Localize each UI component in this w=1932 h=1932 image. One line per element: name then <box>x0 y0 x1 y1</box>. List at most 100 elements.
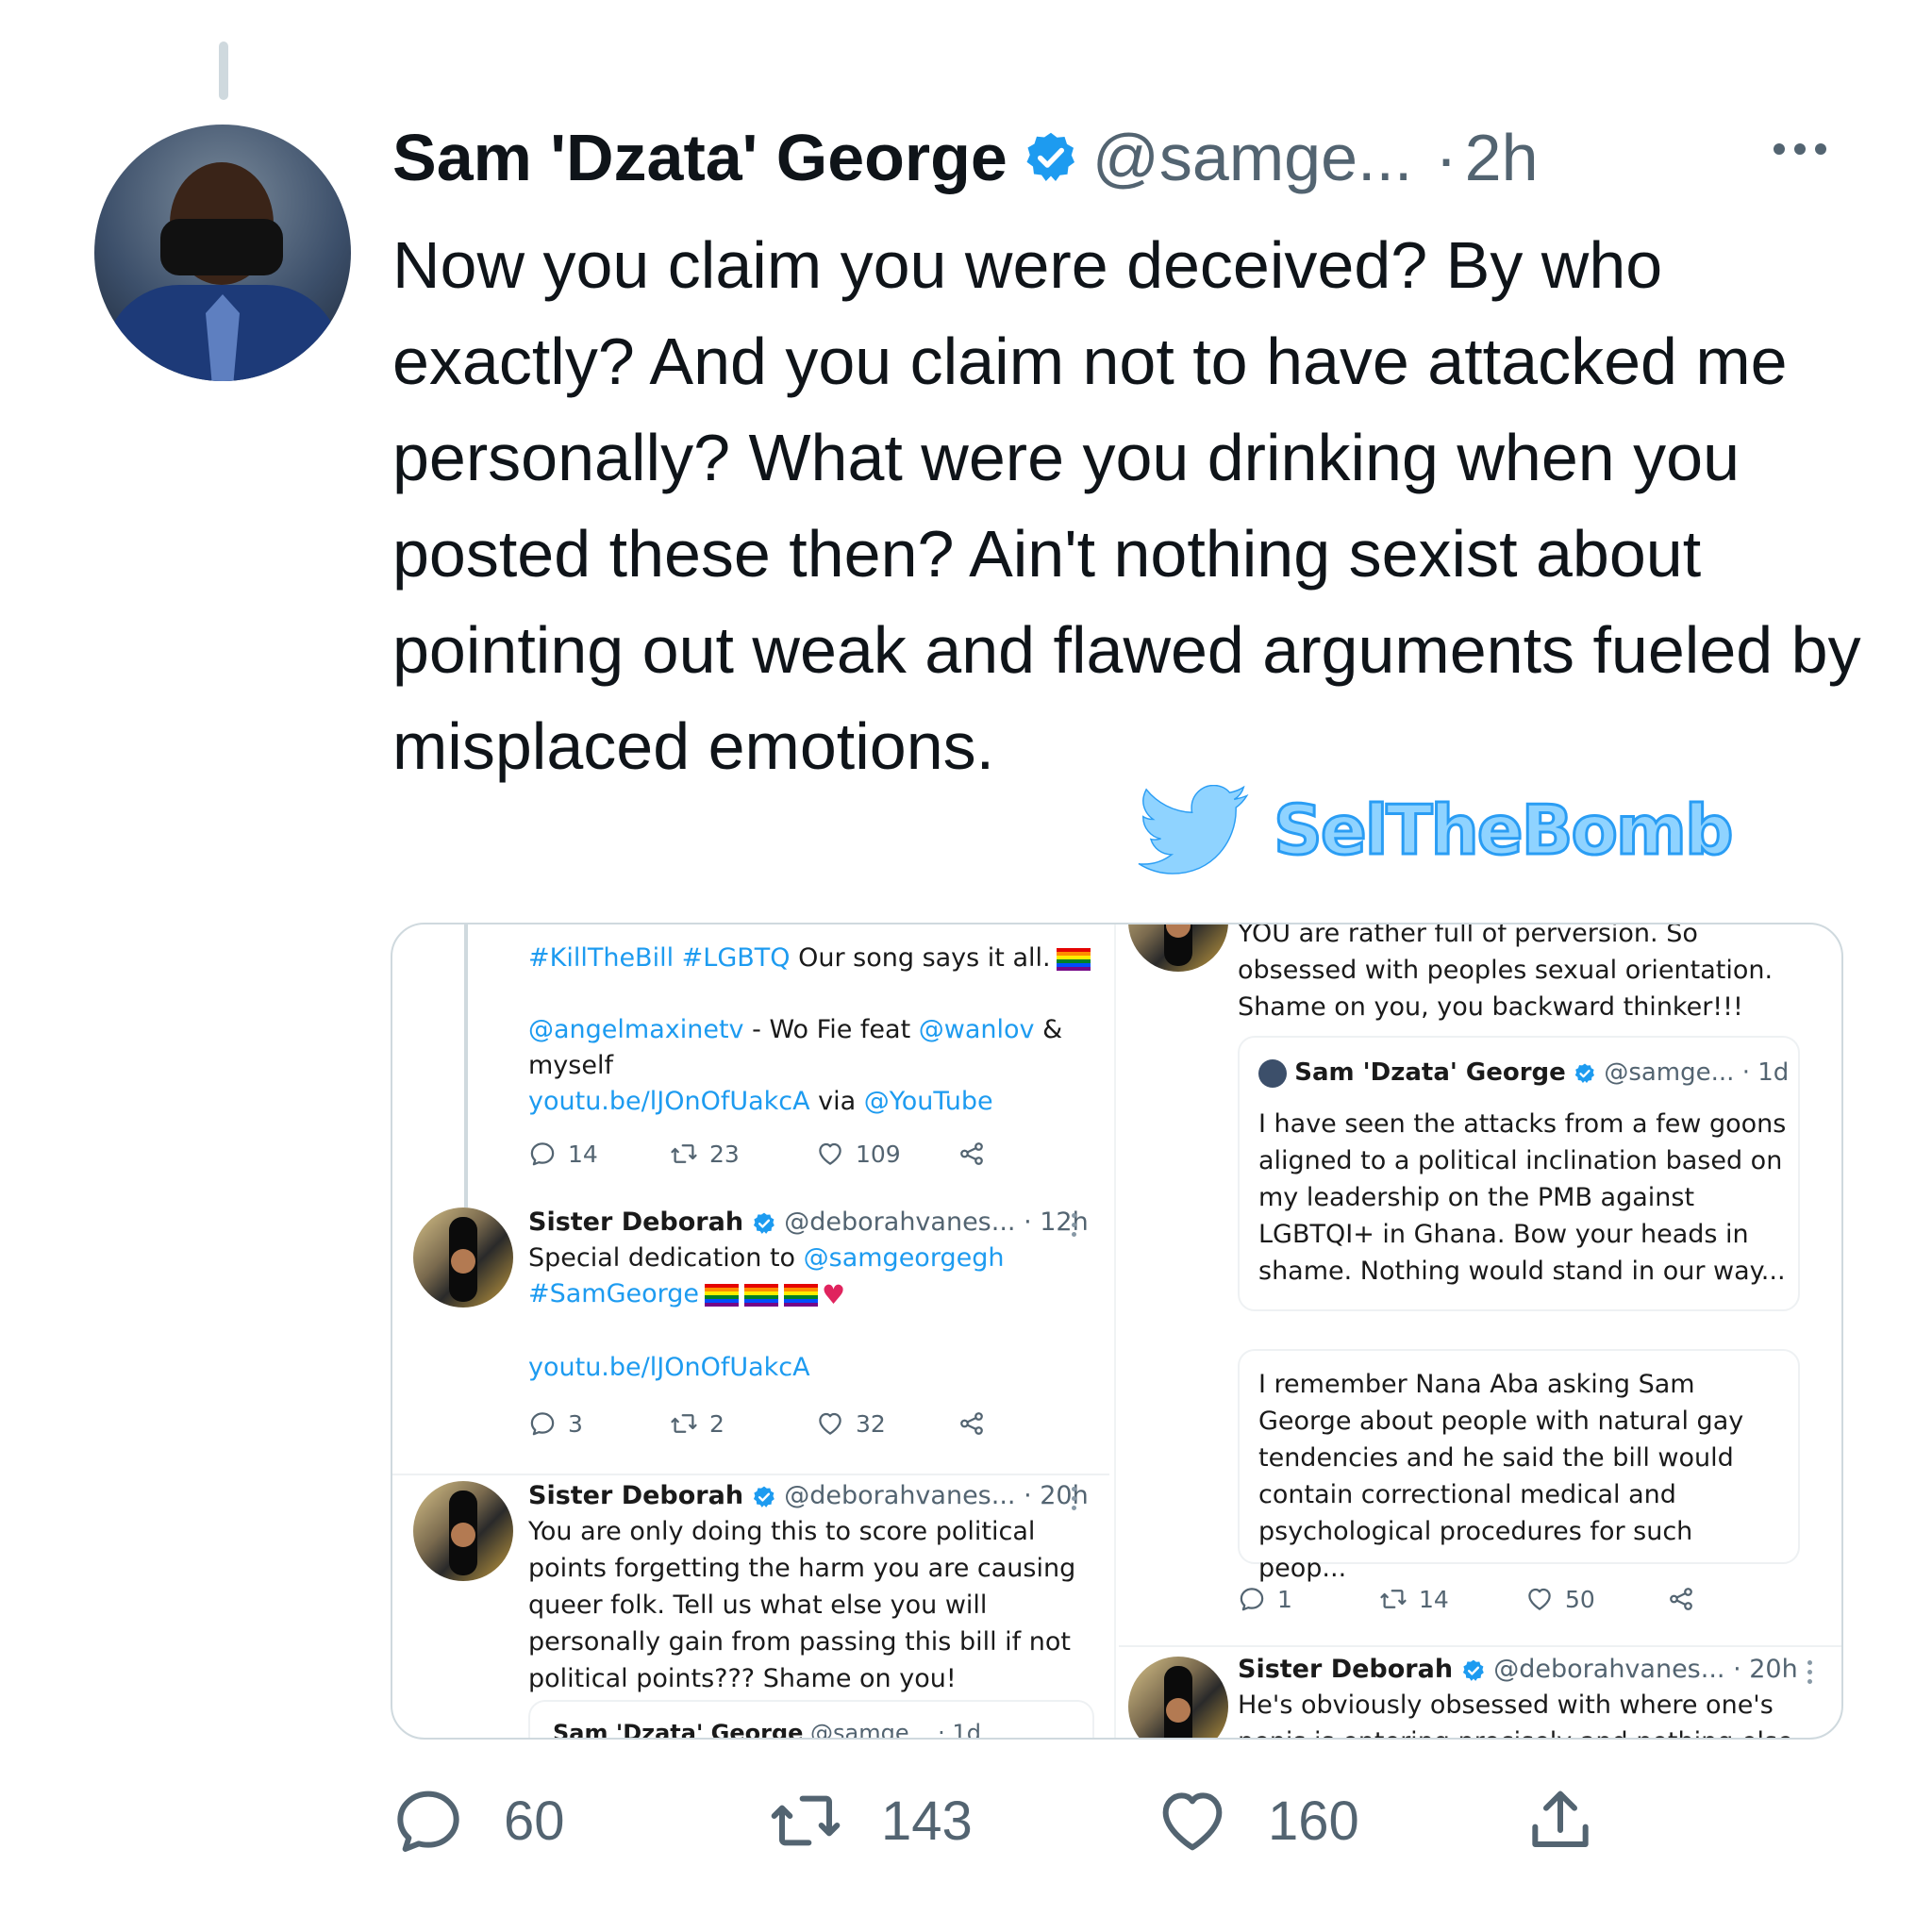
song-caption: Our song says it all. <box>790 943 1051 973</box>
share-button[interactable] <box>958 1409 997 1438</box>
dedication-text: Special dedication to <box>528 1243 804 1273</box>
youtube-link[interactable]: youtu.be/lJOnOfUakcA <box>528 1087 810 1116</box>
verified-badge-icon <box>752 1485 776 1509</box>
retweet-icon <box>768 1783 843 1858</box>
more-icon[interactable] <box>1774 143 1826 155</box>
sister-deborah-avatar[interactable] <box>413 1208 513 1307</box>
heart-icon <box>1155 1783 1230 1858</box>
watermark-text: SelTheBomb <box>1272 790 1734 872</box>
link-line: youtu.be/lJOnOfUakcA via @YouTube <box>528 1083 993 1120</box>
mini-actions: 3 2 32 <box>528 1409 997 1438</box>
retweet-button[interactable]: 143 <box>768 1783 973 1858</box>
rainbow-flag-icon <box>744 1283 779 1307</box>
quote-header: Sam 'Dzata' George @samge... · 1d <box>1258 1055 1789 1091</box>
share-button[interactable] <box>1523 1783 1636 1858</box>
tweet3-header: Sister Deborah @deborahvanes... · 20h <box>528 1477 1089 1514</box>
share-icon <box>1667 1585 1695 1613</box>
reply-button[interactable]: 1 <box>1238 1585 1379 1613</box>
like-count: 109 <box>856 1140 901 1168</box>
author-handle[interactable]: @deborahvanes... <box>784 1208 1015 1237</box>
divider <box>392 1474 1109 1475</box>
author-name[interactable]: Sam 'Dzata' George <box>392 120 1008 195</box>
retweet-button[interactable]: 14 <box>1379 1585 1525 1613</box>
tweet-timestamp: · 20h <box>1733 1655 1798 1684</box>
hashtag-line: #KillTheBill #LGBTQ Our song says it all… <box>528 940 1091 976</box>
heart-icon <box>816 1140 844 1168</box>
pane-divider <box>1114 924 1116 1738</box>
reply-button[interactable]: 60 <box>391 1783 565 1858</box>
like-button[interactable]: 109 <box>816 1140 958 1168</box>
author-avatar[interactable] <box>94 125 351 381</box>
verified-badge-icon <box>1023 129 1079 186</box>
like-button[interactable]: 160 <box>1155 1783 1359 1858</box>
like-count: 160 <box>1268 1790 1359 1852</box>
youtube-link[interactable]: youtu.be/lJOnOfUakcA <box>528 1349 810 1386</box>
divider <box>1119 1645 1841 1647</box>
retweet-count: 23 <box>709 1140 740 1168</box>
rainbow-flag-icon <box>784 1283 819 1307</box>
verified-badge-icon <box>1574 1062 1596 1085</box>
quoted-author-name: Sam 'Dzata' George <box>553 1720 804 1740</box>
heart-icon <box>816 1409 844 1438</box>
tweet-header: Sister Deborah @deborahvanes... · 20h <box>1238 1651 1798 1688</box>
reply-count: 1 <box>1277 1585 1292 1613</box>
reply-count: 14 <box>568 1140 598 1168</box>
more-icon[interactable] <box>1072 1487 1076 1510</box>
song-title: - Wo Fie feat <box>743 1015 919 1044</box>
mini-actions: 1 14 50 <box>1238 1585 1707 1613</box>
tweet-header: Sam 'Dzata' George @samge... · 2h <box>392 115 1539 200</box>
quoted-tweet-2[interactable]: I remember Nana Aba asking Sam George ab… <box>1238 1349 1800 1583</box>
retweet-icon <box>1379 1585 1407 1613</box>
reply-button[interactable]: 3 <box>528 1409 670 1438</box>
mention-wanlov[interactable]: @wanlov <box>919 1015 1035 1044</box>
quoted-timestamp: · 1d <box>1741 1058 1790 1087</box>
share-button[interactable] <box>1667 1585 1707 1613</box>
author-handle[interactable]: @samge... <box>1092 120 1413 195</box>
mention-angelmaxine[interactable]: @angelmaxinetv <box>528 1015 744 1044</box>
sister-deborah-avatar[interactable] <box>1128 1657 1228 1738</box>
verified-badge-icon <box>752 1211 776 1236</box>
heart-icon <box>1525 1585 1554 1613</box>
tweet2-header: Sister Deborah @deborahvanes... · 12h <box>528 1204 1089 1241</box>
tweet-timestamp[interactable]: 2h <box>1465 120 1539 195</box>
author-name[interactable]: Sister Deborah <box>1238 1655 1453 1684</box>
retweet-button[interactable]: 23 <box>670 1140 816 1168</box>
tweet-timestamp: · 12h <box>1024 1208 1089 1237</box>
user-avatar[interactable] <box>1128 924 1228 972</box>
verified-badge-icon <box>1461 1658 1486 1683</box>
retweet-button[interactable]: 2 <box>670 1409 816 1438</box>
tweet3-text: You are only doing this to score politic… <box>528 1517 1076 1693</box>
author-name[interactable]: Sister Deborah <box>528 1208 743 1237</box>
author-name[interactable]: Sister Deborah <box>528 1481 743 1510</box>
share-icon <box>1523 1783 1598 1858</box>
quoted-tweet[interactable]: Sam 'Dzata' George @samge... · 1d I have… <box>1238 1036 1800 1311</box>
attached-image[interactable]: #KillTheBill #LGBTQ Our song says it all… <box>391 923 1843 1740</box>
reply-icon <box>1238 1585 1266 1613</box>
quoted-author-handle: @samge... <box>810 1720 931 1740</box>
more-icon[interactable] <box>1807 1660 1812 1684</box>
song-line: @angelmaxinetv - Wo Fie feat @wanlov & <box>528 1011 1062 1048</box>
like-button[interactable]: 32 <box>816 1409 958 1438</box>
hashtag-samgeorge[interactable]: #SamGeorge <box>528 1279 699 1308</box>
ampersand: & <box>1034 1015 1063 1044</box>
mini-actions: 14 23 109 <box>528 1140 997 1168</box>
thread-connector-line <box>219 42 228 100</box>
mention-samgeorgegh[interactable]: @samgeorgegh <box>804 1243 1005 1273</box>
hashtags[interactable]: #KillTheBill #LGBTQ <box>528 943 791 973</box>
via-text: via <box>809 1087 864 1116</box>
author-handle[interactable]: @deborahvanes... <box>784 1481 1015 1510</box>
tweet2-line2: #SamGeorge ♥ <box>528 1275 845 1313</box>
more-icon[interactable] <box>1072 1213 1076 1237</box>
reply-button[interactable]: 14 <box>528 1140 670 1168</box>
rainbow-flag-icon <box>705 1283 740 1307</box>
retweet-icon <box>670 1409 698 1438</box>
like-button[interactable]: 50 <box>1525 1585 1667 1613</box>
share-button[interactable] <box>958 1140 997 1168</box>
mention-youtube[interactable]: @YouTube <box>864 1087 993 1116</box>
quote-header: Sam 'Dzata' George @samge... · 1d <box>553 1715 981 1740</box>
quoted-tweet[interactable]: Sam 'Dzata' George @samge... · 1d <box>528 1700 1094 1740</box>
watermark: SelTheBomb <box>1138 785 1735 875</box>
retweet-count: 2 <box>709 1409 724 1438</box>
sister-deborah-avatar[interactable] <box>413 1481 513 1581</box>
author-handle[interactable]: @deborahvanes... <box>1493 1655 1724 1684</box>
